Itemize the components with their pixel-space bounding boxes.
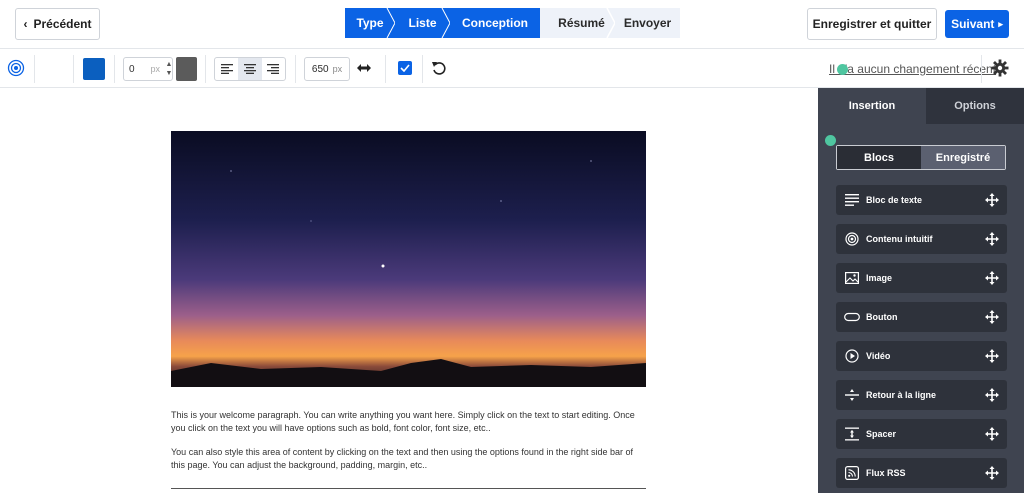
content-width-unit: px xyxy=(332,64,343,74)
move-icon[interactable] xyxy=(985,193,999,207)
step-type[interactable]: Type xyxy=(345,8,396,38)
top-bar: ‹ Précédent Type Liste Conception Résumé… xyxy=(0,0,1024,48)
step-label: Liste xyxy=(408,16,437,30)
content-width-input[interactable]: 650 px xyxy=(304,57,350,81)
block-video[interactable]: Vidéo xyxy=(836,341,1007,371)
editor-toolbar: 0 px ▲ ▼ 650 px Il n'a aucun changement … xyxy=(0,48,1024,88)
save-and-quit-button[interactable]: Enregistrer et quitter xyxy=(807,8,937,40)
text-lines-icon xyxy=(845,194,859,206)
toolbar-divider xyxy=(422,55,423,83)
toolbar-divider xyxy=(34,55,35,83)
chevron-up-icon[interactable]: ▲ xyxy=(166,60,173,69)
block-spacer[interactable]: Spacer xyxy=(836,419,1007,449)
block-button[interactable]: Bouton xyxy=(836,302,1007,332)
block-label: Contenu intuitif xyxy=(866,234,933,244)
toolbar-divider xyxy=(114,55,115,83)
move-icon[interactable] xyxy=(985,271,999,285)
option-checkbox[interactable] xyxy=(398,61,412,75)
block-image[interactable]: Image xyxy=(836,263,1007,293)
alignment-group xyxy=(214,57,286,81)
previous-button[interactable]: ‹ Précédent xyxy=(15,8,100,40)
align-center-icon xyxy=(243,64,256,74)
block-smart-content[interactable]: Contenu intuitif xyxy=(836,224,1007,254)
step-resume[interactable]: Résumé xyxy=(540,8,616,38)
toolbar-divider xyxy=(981,55,982,83)
recent-changes-link[interactable]: Il n'a aucun changement récent xyxy=(829,62,996,76)
segment-blocs[interactable]: Blocs xyxy=(837,146,921,169)
block-label: Retour à la ligne xyxy=(866,390,937,400)
block-label: Spacer xyxy=(866,429,897,439)
next-button[interactable]: Suivant ▸ xyxy=(945,10,1009,38)
chevron-down-icon[interactable]: ▼ xyxy=(166,69,173,78)
wizard-steps: Type Liste Conception Résumé Envoyer xyxy=(345,8,680,38)
target-icon xyxy=(845,232,859,246)
divider-icon xyxy=(845,389,859,401)
divider-line xyxy=(171,488,646,489)
align-left-button[interactable] xyxy=(215,58,238,80)
step-conception[interactable]: Conception xyxy=(450,8,548,38)
border-width-stepper[interactable]: ▲ ▼ xyxy=(163,57,175,81)
block-label: Vidéo xyxy=(866,351,891,361)
align-right-icon xyxy=(267,64,280,74)
block-line-break[interactable]: Retour à la ligne xyxy=(836,380,1007,410)
chevron-left-icon: ‹ xyxy=(23,17,28,31)
play-icon xyxy=(845,349,859,363)
hotspot-marker[interactable] xyxy=(825,135,836,146)
block-rss[interactable]: Flux RSS xyxy=(836,458,1007,488)
border-width-value: 0 xyxy=(129,63,135,75)
style-paragraph[interactable]: You can also style this area of content … xyxy=(171,446,646,472)
spacer-icon xyxy=(845,427,859,441)
tab-insertion[interactable]: Insertion xyxy=(818,88,926,124)
image-icon xyxy=(845,272,859,284)
step-label: Envoyer xyxy=(623,16,672,30)
next-button-label: Suivant xyxy=(951,17,995,31)
welcome-paragraph[interactable]: This is your welcome paragraph. You can … xyxy=(171,409,646,435)
block-label: Flux RSS xyxy=(866,468,906,478)
block-text[interactable]: Bloc de texte xyxy=(836,185,1007,215)
email-canvas: This is your welcome paragraph. You can … xyxy=(0,88,818,493)
rss-icon xyxy=(845,466,859,480)
block-label: Bloc de texte xyxy=(866,195,923,205)
gear-icon[interactable] xyxy=(991,59,1009,77)
blocks-segmented-control: Blocs Enregistré xyxy=(836,145,1006,170)
check-icon xyxy=(400,64,410,72)
full-width-arrows-icon[interactable] xyxy=(356,61,372,75)
content-width-value: 650 xyxy=(311,63,329,75)
block-label: Image xyxy=(866,273,893,283)
step-envoyer[interactable]: Envoyer xyxy=(615,8,680,38)
toolbar-divider xyxy=(385,55,386,83)
smart-content-icon[interactable] xyxy=(7,59,25,77)
step-label: Type xyxy=(356,16,384,30)
step-label: Conception xyxy=(462,16,528,30)
background-color-swatch[interactable] xyxy=(83,58,105,80)
border-color-swatch[interactable] xyxy=(176,57,197,81)
move-icon[interactable] xyxy=(985,388,999,402)
align-right-button[interactable] xyxy=(262,58,285,80)
border-width-unit: px xyxy=(150,64,160,74)
sidebar-tabs: Insertion Options xyxy=(818,88,1024,124)
caret-right-icon: ▸ xyxy=(998,18,1003,29)
right-sidebar: Insertion Options Blocs Enregistré Bloc … xyxy=(818,88,1024,493)
align-center-button[interactable] xyxy=(238,58,262,80)
block-label: Bouton xyxy=(866,312,898,322)
tab-options[interactable]: Options xyxy=(926,88,1024,124)
move-icon[interactable] xyxy=(985,466,999,480)
toolbar-divider xyxy=(295,55,296,83)
toolbar-divider xyxy=(205,55,206,83)
align-left-icon xyxy=(220,64,233,74)
move-icon[interactable] xyxy=(985,232,999,246)
hotspot-marker[interactable] xyxy=(837,64,848,75)
step-label: Résumé xyxy=(558,16,605,30)
move-icon[interactable] xyxy=(985,349,999,363)
move-icon[interactable] xyxy=(985,310,999,324)
button-pill-icon xyxy=(844,312,860,322)
undo-icon[interactable] xyxy=(431,60,447,76)
previous-button-label: Précédent xyxy=(33,17,92,31)
hero-image[interactable] xyxy=(171,131,646,387)
step-liste[interactable]: Liste xyxy=(395,8,451,38)
move-icon[interactable] xyxy=(985,427,999,441)
segment-enregistre[interactable]: Enregistré xyxy=(921,146,1005,169)
toolbar-divider xyxy=(73,55,74,83)
